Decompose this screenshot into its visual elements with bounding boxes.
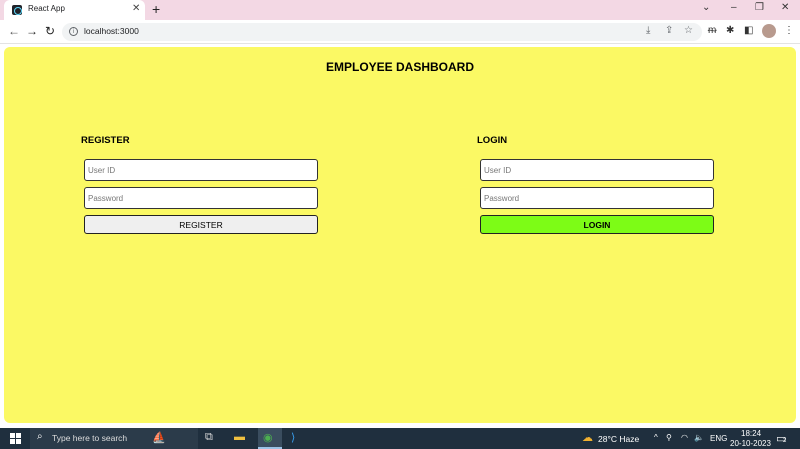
profile-avatar[interactable]	[762, 24, 776, 38]
bookmark-star-icon[interactable]: ☆	[684, 25, 693, 36]
taskbar-search-box[interactable]: ⌕ Type here to search ⛵	[30, 428, 198, 449]
vscode-icon[interactable]: ⟩	[291, 431, 295, 444]
show-hidden-icons[interactable]: ^	[654, 433, 658, 442]
wifi-icon[interactable]: ◠	[681, 433, 688, 442]
extensions-puzzle-icon[interactable]: ✱	[726, 25, 734, 36]
close-tab-icon[interactable]: ✕	[132, 3, 140, 14]
react-favicon-icon	[12, 5, 22, 15]
file-explorer-icon[interactable]: ▬	[234, 431, 245, 443]
register-heading: REGISTER	[81, 135, 130, 146]
close-window-button[interactable]: ✕	[781, 2, 789, 13]
new-tab-button[interactable]: +	[152, 1, 160, 17]
network-icon[interactable]: ⚲	[666, 433, 672, 442]
login-heading: LOGIN	[477, 135, 508, 146]
page-title: EMPLOYEE DASHBOARD	[325, 60, 474, 74]
tab-title: React App	[28, 4, 65, 13]
notification-count: 2	[783, 438, 787, 444]
search-icon: ⌕	[37, 431, 43, 442]
page-viewport: EMPLOYEE DASHBOARD REGISTER REGISTER LOG…	[0, 45, 800, 428]
forward-arrow-icon[interactable]: →	[26, 24, 38, 38]
register-userid-input[interactable]	[84, 159, 318, 181]
back-arrow-icon[interactable]: ←	[8, 24, 20, 38]
search-highlight-icon[interactable]: ⛵	[152, 431, 166, 444]
reload-icon[interactable]: ↻	[45, 24, 55, 38]
taskbar-search-placeholder: Type here to search	[52, 433, 128, 443]
menu-kebab-icon[interactable]: ⋮	[784, 25, 794, 36]
clock-time[interactable]: 18:24	[741, 429, 761, 438]
clock-date[interactable]: 20-10-2023	[730, 439, 771, 448]
chrome-taskbar-item[interactable]: ◉	[258, 428, 282, 449]
side-panel-icon[interactable]: ◧	[744, 25, 753, 36]
login-password-input[interactable]	[480, 187, 714, 209]
login-button[interactable]: LOGIN	[480, 215, 714, 234]
browser-tab-strip: React App ✕ + ⌄ – ❐ ✕	[0, 0, 800, 20]
register-password-input[interactable]	[84, 187, 318, 209]
url-text[interactable]: localhost:3000	[84, 26, 139, 36]
volume-icon[interactable]: 🔈	[694, 433, 704, 442]
address-bar[interactable]: i localhost:3000 ⤓ ⇪ ☆	[62, 23, 702, 41]
share-icon[interactable]: ⇪	[665, 25, 673, 36]
windows-taskbar: ⌕ Type here to search ⛵ ⧉ ▬ ◉ ⟩ ☁ 28°C H…	[0, 428, 800, 449]
windows-start-icon[interactable]	[10, 433, 21, 444]
dashboard-container: EMPLOYEE DASHBOARD REGISTER REGISTER LOG…	[4, 47, 796, 423]
minimize-button[interactable]: –	[731, 2, 737, 13]
extension-icon[interactable]: ᵯ	[708, 25, 716, 36]
weather-icon: ☁	[582, 432, 593, 444]
install-app-icon[interactable]: ⤓	[646, 25, 650, 36]
weather-text[interactable]: 28°C Haze	[598, 434, 639, 444]
site-info-icon[interactable]: i	[69, 27, 78, 36]
language-indicator[interactable]: ENG	[710, 434, 727, 443]
chrome-icon: ◉	[263, 432, 273, 444]
browser-toolbar: ← → ↻ i localhost:3000 ⤓ ⇪ ☆ ᵯ ✱ ◧ ⋮	[0, 20, 800, 44]
task-view-icon[interactable]: ⧉	[205, 431, 213, 444]
browser-tab[interactable]: React App ✕	[4, 0, 145, 20]
tab-search-icon[interactable]: ⌄	[702, 2, 710, 13]
register-button[interactable]: REGISTER	[84, 215, 318, 234]
login-userid-input[interactable]	[480, 159, 714, 181]
maximize-button[interactable]: ❐	[755, 2, 764, 13]
